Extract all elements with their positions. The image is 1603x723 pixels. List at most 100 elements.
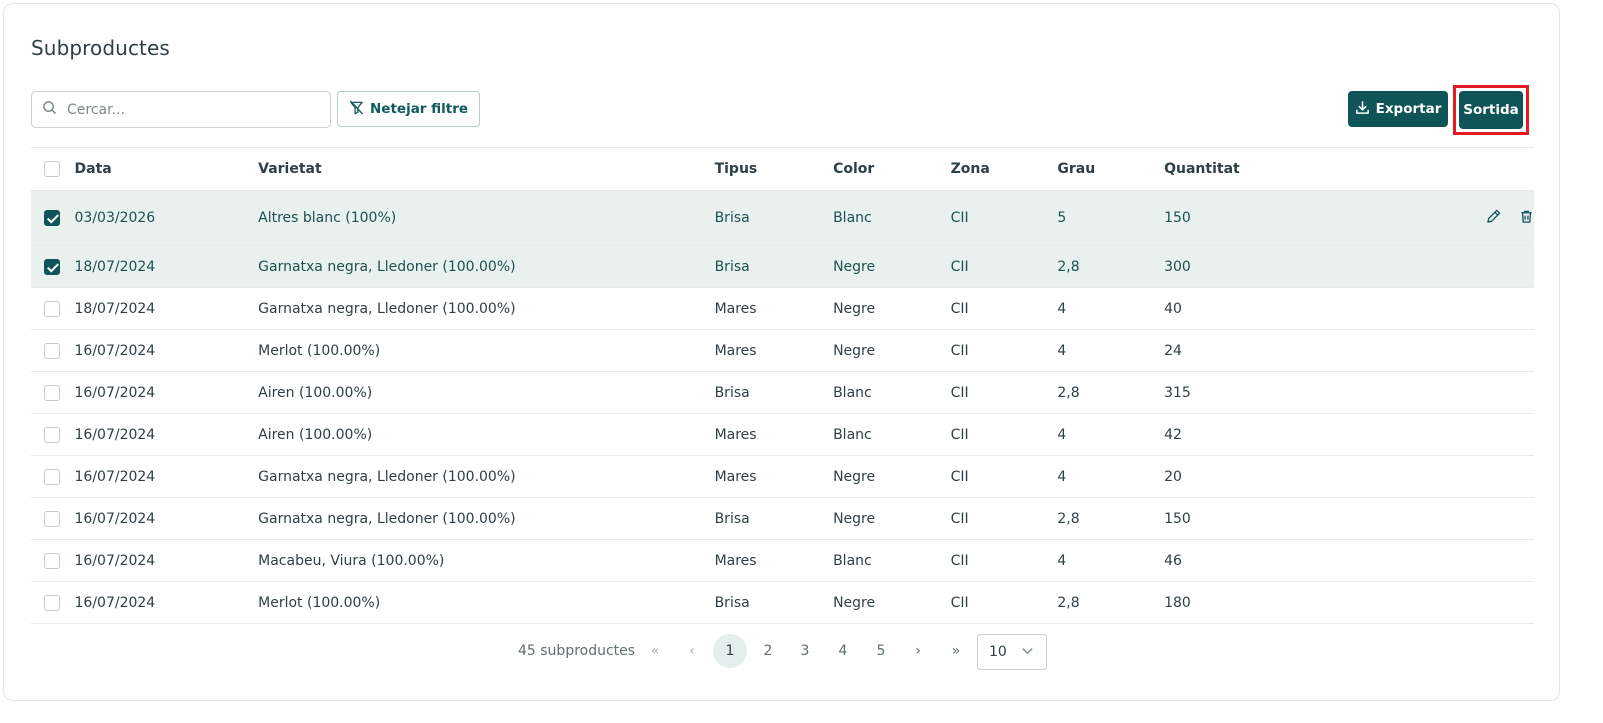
search-box[interactable]	[31, 91, 331, 128]
row-actions	[1336, 246, 1534, 288]
search-icon	[42, 100, 57, 119]
row-checkbox[interactable]	[44, 426, 60, 443]
row-checkbox[interactable]	[44, 594, 60, 611]
filter-off-icon	[349, 99, 364, 119]
page-2-button[interactable]: 2	[751, 634, 785, 668]
cell-quantitat: 42	[1164, 426, 1182, 443]
row-actions	[1336, 582, 1534, 624]
cell-color: Negre	[833, 594, 876, 611]
cell-quantitat: 150	[1164, 510, 1191, 527]
cell-data: 16/07/2024	[74, 384, 156, 401]
page-3-button[interactable]: 3	[788, 634, 822, 668]
table-row[interactable]: 16/07/2024 Airen (100.00%) Brisa Blanc CII 2,…	[31, 371, 1534, 414]
table-header-row: Data Varietat Tipus Color Zona Grau Quan…	[31, 147, 1534, 191]
col-quantitat[interactable]: Quantitat	[1164, 148, 1336, 191]
cell-data: 16/07/2024	[74, 426, 156, 443]
cell-tipus: Mares	[714, 552, 757, 569]
row-checkbox[interactable]	[44, 210, 60, 226]
cell-data: 16/07/2024	[74, 594, 156, 611]
trash-icon[interactable]	[1519, 209, 1534, 228]
table-row[interactable]: 16/07/2024 Garnatxa negra, Lledoner (100.…	[31, 455, 1534, 498]
row-actions	[1336, 372, 1534, 414]
pencil-icon[interactable]	[1486, 209, 1501, 228]
row-checkbox[interactable]	[44, 258, 60, 275]
col-color[interactable]: Color	[833, 148, 951, 191]
search-input[interactable]	[67, 101, 297, 118]
last-page-button[interactable]: »	[939, 634, 973, 668]
cell-tipus: Mares	[714, 426, 757, 443]
cell-varietat: Garnatxa negra, Lledoner (100.00%)	[258, 300, 516, 317]
select-all-checkbox[interactable]	[44, 161, 60, 177]
row-checkbox[interactable]	[44, 342, 60, 359]
cell-grau: 4	[1057, 300, 1067, 317]
col-varietat[interactable]: Varietat	[258, 148, 714, 191]
cell-zona: CII	[950, 210, 969, 226]
page-size-value: 10	[989, 644, 1007, 660]
table-row[interactable]: 16/07/2024 Merlot (100.00%) Brisa Negre CII 2…	[31, 581, 1534, 624]
page-1-button[interactable]: 1	[713, 634, 747, 668]
cell-tipus: Mares	[714, 342, 757, 359]
cell-data: 16/07/2024	[74, 552, 156, 569]
table-row[interactable]: 16/07/2024 Garnatxa negra, Lledoner (100.…	[31, 497, 1534, 540]
cell-quantitat: 315	[1164, 384, 1191, 401]
cell-zona: CII	[950, 510, 969, 527]
cell-zona: CII	[950, 300, 969, 317]
row-checkbox[interactable]	[44, 552, 60, 569]
col-grau[interactable]: Grau	[1057, 148, 1164, 191]
cell-varietat: Airen (100.00%)	[258, 384, 373, 401]
row-actions	[1336, 456, 1534, 498]
sortida-highlight: Sortida	[1453, 85, 1529, 135]
cell-color: Negre	[833, 342, 876, 359]
cell-grau: 4	[1057, 468, 1067, 485]
prev-page-button[interactable]: ‹	[675, 634, 709, 668]
cell-color: Blanc	[833, 552, 872, 569]
cell-varietat: Garnatxa negra, Lledoner (100.00%)	[258, 510, 516, 527]
cell-grau: 2,8	[1057, 510, 1080, 527]
table-row[interactable]: 16/07/2024 Airen (100.00%) Mares Blanc CII 4 4…	[31, 413, 1534, 456]
cell-quantitat: 46	[1164, 552, 1182, 569]
chevron-down-icon	[1021, 644, 1034, 661]
first-page-button[interactable]: «	[638, 634, 672, 668]
table-row[interactable]: 16/07/2024 Macabeu, Viura (100.00%) Mares B…	[31, 539, 1534, 582]
cell-grau: 2,8	[1057, 384, 1080, 401]
table-row[interactable]: 03/03/2026 Altres blanc (100%) Brisa Blanc C…	[31, 190, 1534, 246]
page-5-button[interactable]: 5	[864, 634, 898, 668]
cell-data: 16/07/2024	[74, 468, 156, 485]
cell-color: Blanc	[833, 210, 872, 226]
row-checkbox[interactable]	[44, 510, 60, 527]
cell-zona: CII	[950, 552, 969, 569]
cell-zona: CII	[950, 258, 969, 275]
table-row[interactable]: 18/07/2024 Garnatxa negra, Lledoner (100.…	[31, 287, 1534, 330]
row-checkbox[interactable]	[44, 384, 60, 401]
col-tipus[interactable]: Tipus	[715, 148, 834, 191]
page-title: Subproductes	[31, 36, 170, 60]
table-row[interactable]: 18/07/2024 Garnatxa negra, Lledoner (100.…	[31, 245, 1534, 288]
page-4-button[interactable]: 4	[826, 634, 860, 668]
cell-grau: 5	[1057, 210, 1067, 226]
cell-grau: 4	[1057, 552, 1067, 569]
page-size-select[interactable]: 10	[977, 634, 1047, 670]
export-label: Exportar	[1375, 101, 1442, 117]
table-row[interactable]: 16/07/2024 Merlot (100.00%) Mares Negre CII 4…	[31, 329, 1534, 372]
cell-data: 16/07/2024	[74, 342, 156, 359]
cell-zona: CII	[950, 594, 969, 611]
row-checkbox[interactable]	[44, 300, 60, 317]
row-checkbox[interactable]	[44, 468, 60, 485]
total-count: 45 subproductes	[518, 643, 636, 659]
row-actions	[1336, 414, 1534, 456]
cell-data: 18/07/2024	[74, 300, 156, 317]
col-zona[interactable]: Zona	[951, 148, 1058, 191]
cell-tipus: Brisa	[714, 210, 750, 226]
export-button[interactable]: Exportar	[1348, 91, 1448, 127]
pagination: 45 subproductes « ‹ 1 2 3 4 5 › » 10	[4, 634, 1561, 670]
cell-data: 18/07/2024	[74, 258, 156, 275]
col-data[interactable]: Data	[75, 148, 259, 191]
cell-data: 03/03/2026	[74, 210, 156, 226]
cell-quantitat: 40	[1164, 300, 1182, 317]
subproducts-table: Data Varietat Tipus Color Zona Grau Quan…	[31, 147, 1534, 624]
sortida-button[interactable]: Sortida	[1459, 91, 1523, 129]
clear-filter-button[interactable]: Netejar filtre	[337, 91, 481, 127]
next-page-button[interactable]: ›	[901, 634, 935, 668]
cell-tipus: Brisa	[714, 258, 750, 275]
cell-tipus: Mares	[714, 300, 757, 317]
